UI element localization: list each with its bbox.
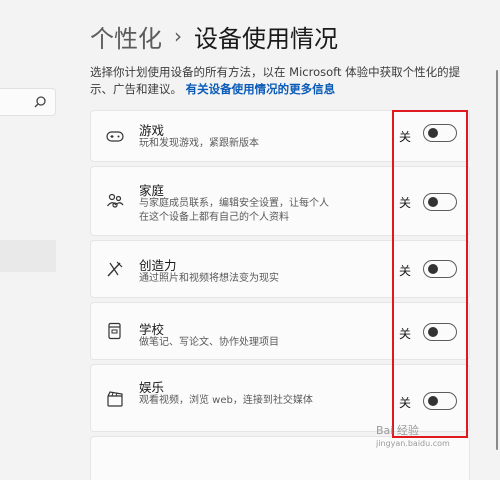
watermark-logo-text: Bai 经验 <box>376 424 419 437</box>
card-subtitle: 观看视频，浏览 web，连接到社交媒体 <box>139 395 313 406</box>
gamepad-icon <box>106 131 124 142</box>
creativity-icon <box>107 261 123 277</box>
page-title: 设备使用情况 <box>194 24 338 53</box>
card-subtitle: 通过照片和视频将想法变为现实 <box>139 273 279 284</box>
card-subtitle: 做笔记、写论文、协作处理项目 <box>139 337 279 348</box>
search-box[interactable] <box>0 88 56 116</box>
breadcrumb: 个性化 › 设备使用情况 <box>90 16 338 56</box>
page-description: 选择你计划使用设备的所有方法，以在 Microsoft 体验中获取个性化的提示、… <box>90 64 470 98</box>
watermark: Bai 经验 jingyan.baidu.com <box>376 424 450 450</box>
school-icon <box>108 322 121 340</box>
breadcrumb-parent[interactable]: 个性化 <box>90 19 162 54</box>
family-icon <box>107 193 124 208</box>
breadcrumb-separator: › <box>174 24 182 48</box>
navigation-pane <box>0 0 64 480</box>
nav-item-selected[interactable] <box>0 240 56 272</box>
highlight-box <box>392 110 468 438</box>
card-subtitle: 与家庭成员联系，编辑安全设置，让每个人在这个设备上都有自己的个人资料 <box>139 198 329 223</box>
search-icon <box>34 96 46 108</box>
scrollbar[interactable] <box>496 70 498 450</box>
watermark-url: jingyan.baidu.com <box>376 439 450 448</box>
learn-more-link[interactable]: 有关设备使用情况的更多信息 <box>186 82 336 96</box>
card-subtitle: 玩和发现游戏，紧跟新版本 <box>139 138 259 149</box>
entertainment-icon <box>107 391 123 407</box>
